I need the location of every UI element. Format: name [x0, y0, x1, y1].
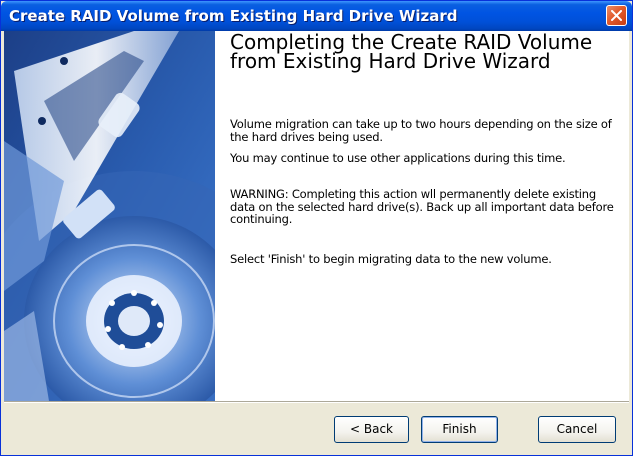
close-button[interactable]	[606, 5, 627, 26]
page-title: Completing the Create RAID Volume from E…	[230, 30, 593, 73]
finish-button[interactable]: Finish	[421, 416, 498, 443]
hard-drive-image	[4, 31, 215, 401]
cancel-button[interactable]: Cancel	[538, 416, 616, 443]
title-bar[interactable]: Create RAID Volume from Existing Hard Dr…	[1, 1, 632, 31]
wizard-body: Completing the Create RAID Volume from E…	[4, 31, 629, 401]
warning-text: WARNING: Completing this action wll perm…	[230, 187, 614, 226]
button-divider	[4, 401, 629, 403]
migration-time-text: Volume migration can take up to two hour…	[230, 117, 612, 144]
back-button[interactable]: < Back	[334, 416, 409, 443]
continue-text: You may continue to use other applicatio…	[230, 151, 566, 165]
window-title: Create RAID Volume from Existing Hard Dr…	[9, 7, 458, 25]
wizard-window: Create RAID Volume from Existing Hard Dr…	[0, 0, 633, 456]
close-icon	[611, 10, 622, 21]
finish-instruction-text: Select 'Finish' to begin migrating data …	[230, 252, 552, 266]
